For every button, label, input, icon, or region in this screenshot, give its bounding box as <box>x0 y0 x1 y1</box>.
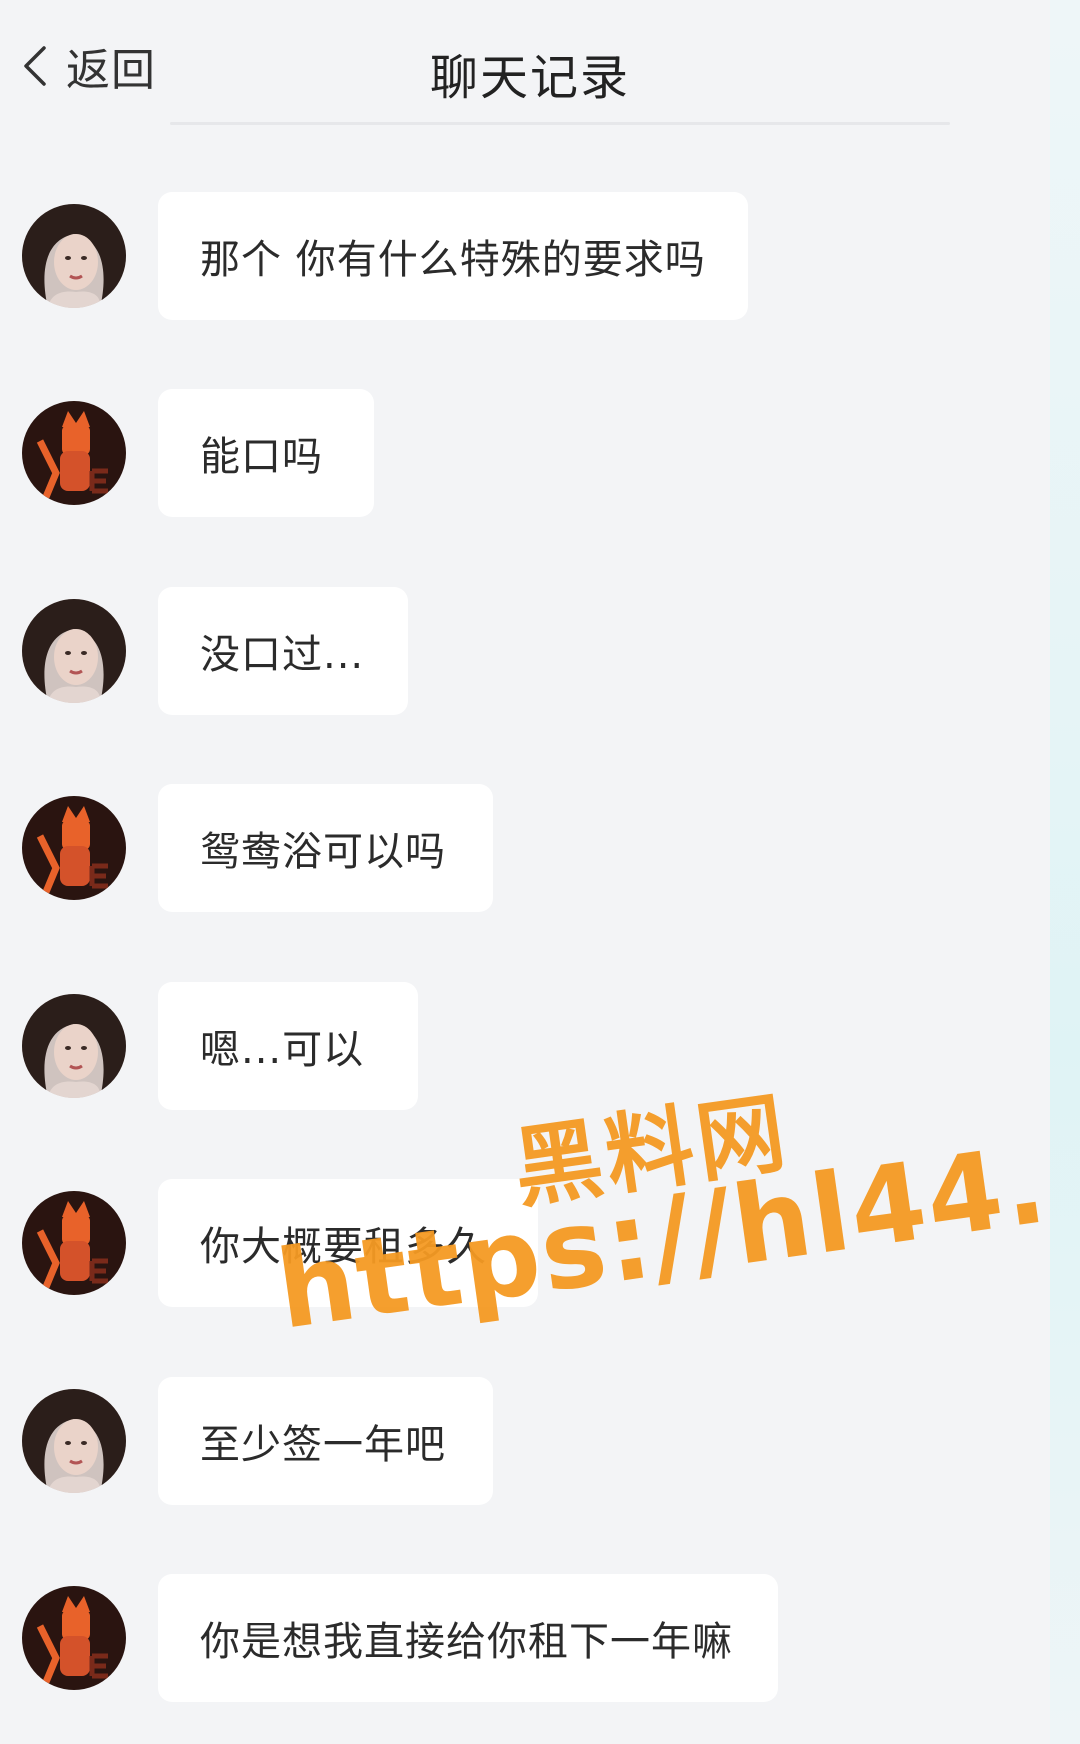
message-bubble[interactable]: 那个 你有什么特殊的要求吗 <box>158 192 748 320</box>
avatar-cat[interactable] <box>22 796 126 900</box>
edge-strip <box>1050 0 1080 1744</box>
avatar-female[interactable] <box>22 1389 126 1493</box>
message-bubble[interactable]: 至少签一年吧 <box>158 1377 493 1505</box>
cat-avatar-icon <box>22 796 126 900</box>
page-title: 聊天记录 <box>429 50 630 106</box>
cat-avatar-icon <box>22 1191 126 1295</box>
message-bubble[interactable]: 鸳鸯浴可以吗 <box>158 784 493 912</box>
message-text: 至少签一年吧 <box>200 1422 446 1468</box>
message-text: 能口吗 <box>200 434 323 480</box>
message-text: 你是想我直接给你租下一年嘛 <box>200 1619 733 1665</box>
female-avatar-icon <box>22 599 126 703</box>
avatar-female[interactable] <box>22 204 126 308</box>
female-avatar-icon <box>22 204 126 308</box>
message-bubble[interactable]: 嗯...可以 <box>158 982 418 1110</box>
avatar-female[interactable] <box>22 994 126 1098</box>
message-text: 鸳鸯浴可以吗 <box>200 829 446 875</box>
avatar-cat[interactable] <box>22 1586 126 1690</box>
female-avatar-icon <box>22 1389 126 1493</box>
avatar-female[interactable] <box>22 599 126 703</box>
message-bubble[interactable]: 你是想我直接给你租下一年嘛 <box>158 1574 778 1702</box>
message-bubble[interactable]: 能口吗 <box>158 389 374 517</box>
message-text: 没口过... <box>200 632 365 678</box>
avatar-cat[interactable] <box>22 1191 126 1295</box>
cat-avatar-icon <box>22 401 126 505</box>
message-text: 嗯...可以 <box>200 1027 365 1073</box>
message-bubble[interactable]: 没口过... <box>158 587 408 715</box>
header-divider <box>170 122 950 125</box>
cat-avatar-icon <box>22 1586 126 1690</box>
message-text: 那个 你有什么特殊的要求吗 <box>200 237 706 283</box>
avatar-cat[interactable] <box>22 401 126 505</box>
chat-screen: 返回 聊天记录 那个 你有什么特殊的要求吗 能口吗 没口过... 鸳鸯浴可以吗 … <box>0 0 1080 1744</box>
female-avatar-icon <box>22 994 126 1098</box>
header-bar: 返回 聊天记录 <box>0 0 1060 130</box>
